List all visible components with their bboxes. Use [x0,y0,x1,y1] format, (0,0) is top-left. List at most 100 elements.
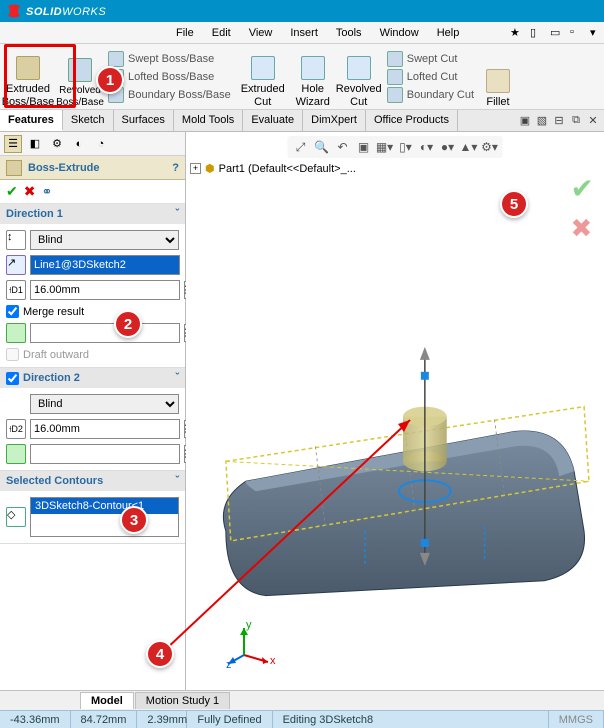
viewport-max-icon[interactable]: ⧉ [569,114,583,127]
lofted-cut-button[interactable]: Lofted Cut [387,69,474,85]
menu-open-icon[interactable]: ▭ [542,24,558,41]
view-orient-icon[interactable]: ▦▾ [376,138,394,156]
extruded-boss-button[interactable]: Extruded Boss/Base [0,44,56,109]
badge-4: 4 [146,640,174,668]
view-triad[interactable]: x y z [226,620,276,670]
status-z: 2.39mm [137,711,187,728]
cancel-button[interactable]: ✖ [24,183,36,200]
direction-2-header[interactable]: Direction 2 ˇ [0,368,185,388]
hole-wizard-icon [301,56,325,80]
revolved-cut-button[interactable]: Revolved Cut [335,44,383,109]
menu-save-icon[interactable]: ▫ [562,24,578,41]
display-style-icon[interactable]: ▯▾ [397,138,415,156]
menu-star-icon[interactable]: ★ [502,24,518,41]
dimxpert-icon[interactable]: ◐ [70,135,88,153]
tab-sketch[interactable]: Sketch [63,110,114,131]
boundary-boss-button[interactable]: Boundary Boss/Base [108,87,231,103]
direction-1-header[interactable]: Direction 1 ˇ [0,204,185,224]
feature-actions: ✔ ✖ ⚭ [0,180,185,204]
swept-cut-icon [387,51,403,67]
extruded-boss-icon [16,56,40,80]
confirmation-corner: ✔ ✖ [571,172,594,244]
boundary-cut-icon [387,87,403,103]
ok-button[interactable]: ✔ [6,183,18,200]
lofted-boss-button[interactable]: Lofted Boss/Base [108,69,231,85]
contour-item[interactable]: 3DSketch8-Contour<1 [31,498,178,514]
tree-root-label[interactable]: Part1 (Default<<Default>_... [219,163,356,175]
tab-evaluate[interactable]: Evaluate [243,110,303,131]
boundary-cut-button[interactable]: Boundary Cut [387,87,474,103]
end-condition-2-select[interactable]: Blind [30,394,179,414]
status-mode: Editing 3DSketch8 [273,711,549,728]
revolved-cut-icon [347,56,371,80]
property-icon[interactable]: ◧ [26,135,44,153]
merge-result-label[interactable]: Merge result [6,305,84,318]
depth-input-1[interactable] [30,280,180,300]
menu-new-icon[interactable]: ▯ [522,24,538,41]
direction-2-enable-checkbox[interactable] [6,372,19,385]
display-icon[interactable]: ◔ [92,135,110,153]
tab-office-products[interactable]: Office Products [366,110,458,131]
menu-file[interactable]: File [168,25,202,41]
scene-icon[interactable]: ●▾ [439,138,457,156]
tab-features[interactable]: Features [0,110,63,131]
appearance-icon[interactable]: ▲▾ [460,138,478,156]
swept-boss-button[interactable]: Swept Boss/Base [108,51,231,67]
section-view-icon[interactable]: ▣ [355,138,373,156]
menu-help[interactable]: Help [429,25,468,41]
confirm-ok-icon[interactable]: ✔ [571,172,594,205]
collapse-icon: ˇ [175,208,179,220]
draft-angle-2-input[interactable] [30,444,180,464]
viewport-link-icon[interactable]: ⊟ [552,114,566,127]
hide-show-icon[interactable]: ◐▾ [418,138,436,156]
viewport-single-icon[interactable]: ▣ [518,114,532,127]
viewport-two-icon[interactable]: ▧ [535,114,549,127]
zoom-area-icon[interactable]: 🔍 [313,138,331,156]
menu-more-icon[interactable]: ▾ [582,24,598,41]
menu-window[interactable]: Window [372,25,427,41]
confirm-cancel-icon[interactable]: ✖ [571,213,594,244]
merge-result-checkbox[interactable] [6,305,19,318]
tab-dimxpert[interactable]: DimXpert [303,110,366,131]
menu-tools[interactable]: Tools [328,25,370,41]
feature-title: Boss-Extrude ? [0,156,185,180]
zoom-fit-icon[interactable]: ⤢ [292,138,310,156]
tab-mold-tools[interactable]: Mold Tools [174,110,243,131]
draft-angle-input[interactable] [30,323,180,343]
config-icon[interactable]: ⚙ [48,135,66,153]
selected-contours-header[interactable]: Selected Contours ˇ [0,471,185,491]
contour-icon: ◇ [6,507,26,527]
direction-reference-input[interactable] [30,255,180,275]
draft-icon[interactable] [6,323,26,343]
detail-preview-button[interactable]: ⚭ [41,184,52,200]
tree-expand-icon[interactable]: + [190,163,201,174]
menu-edit[interactable]: Edit [204,25,239,41]
depth-input-2[interactable] [30,419,180,439]
swept-cut-button[interactable]: Swept Cut [387,51,474,67]
feature-tree-icon[interactable]: ☰ [4,135,22,153]
motion-study-tab[interactable]: Motion Study 1 [135,692,230,709]
prev-view-icon[interactable]: ↶ [334,138,352,156]
end-condition-select[interactable]: Blind [30,230,179,250]
badge-1: 1 [96,66,124,94]
command-tabs: Features Sketch Surfaces Mold Tools Eval… [0,110,604,132]
status-units[interactable]: MMGS [549,711,604,728]
help-button[interactable]: ? [172,162,179,174]
draft-2-icon[interactable] [6,444,26,464]
lofted-cut-icon [387,69,403,85]
direction-vector-icon[interactable]: ↗ [6,255,26,275]
menubar: File Edit View Insert Tools Window Help … [0,22,604,44]
menu-view[interactable]: View [241,25,281,41]
settings-icon[interactable]: ⚙▾ [481,138,499,156]
fillet-button[interactable]: Fillet [478,44,518,109]
reverse-direction-icon[interactable]: ↕ [6,230,26,250]
badge-3: 3 [120,506,148,534]
model-tab[interactable]: Model [80,692,134,709]
viewport[interactable]: ⤢ 🔍 ↶ ▣ ▦▾ ▯▾ ◐▾ ●▾ ▲▾ ⚙▾ + ⬢ Part1 (Def… [186,132,604,690]
viewport-close-icon[interactable]: ✕ [586,114,600,127]
menu-insert[interactable]: Insert [282,25,326,41]
contour-listbox[interactable]: 3DSketch8-Contour<1 [30,497,179,537]
hole-wizard-button[interactable]: Hole Wizard [291,44,335,109]
extruded-cut-button[interactable]: Extruded Cut [235,44,291,109]
tab-surfaces[interactable]: Surfaces [114,110,174,131]
